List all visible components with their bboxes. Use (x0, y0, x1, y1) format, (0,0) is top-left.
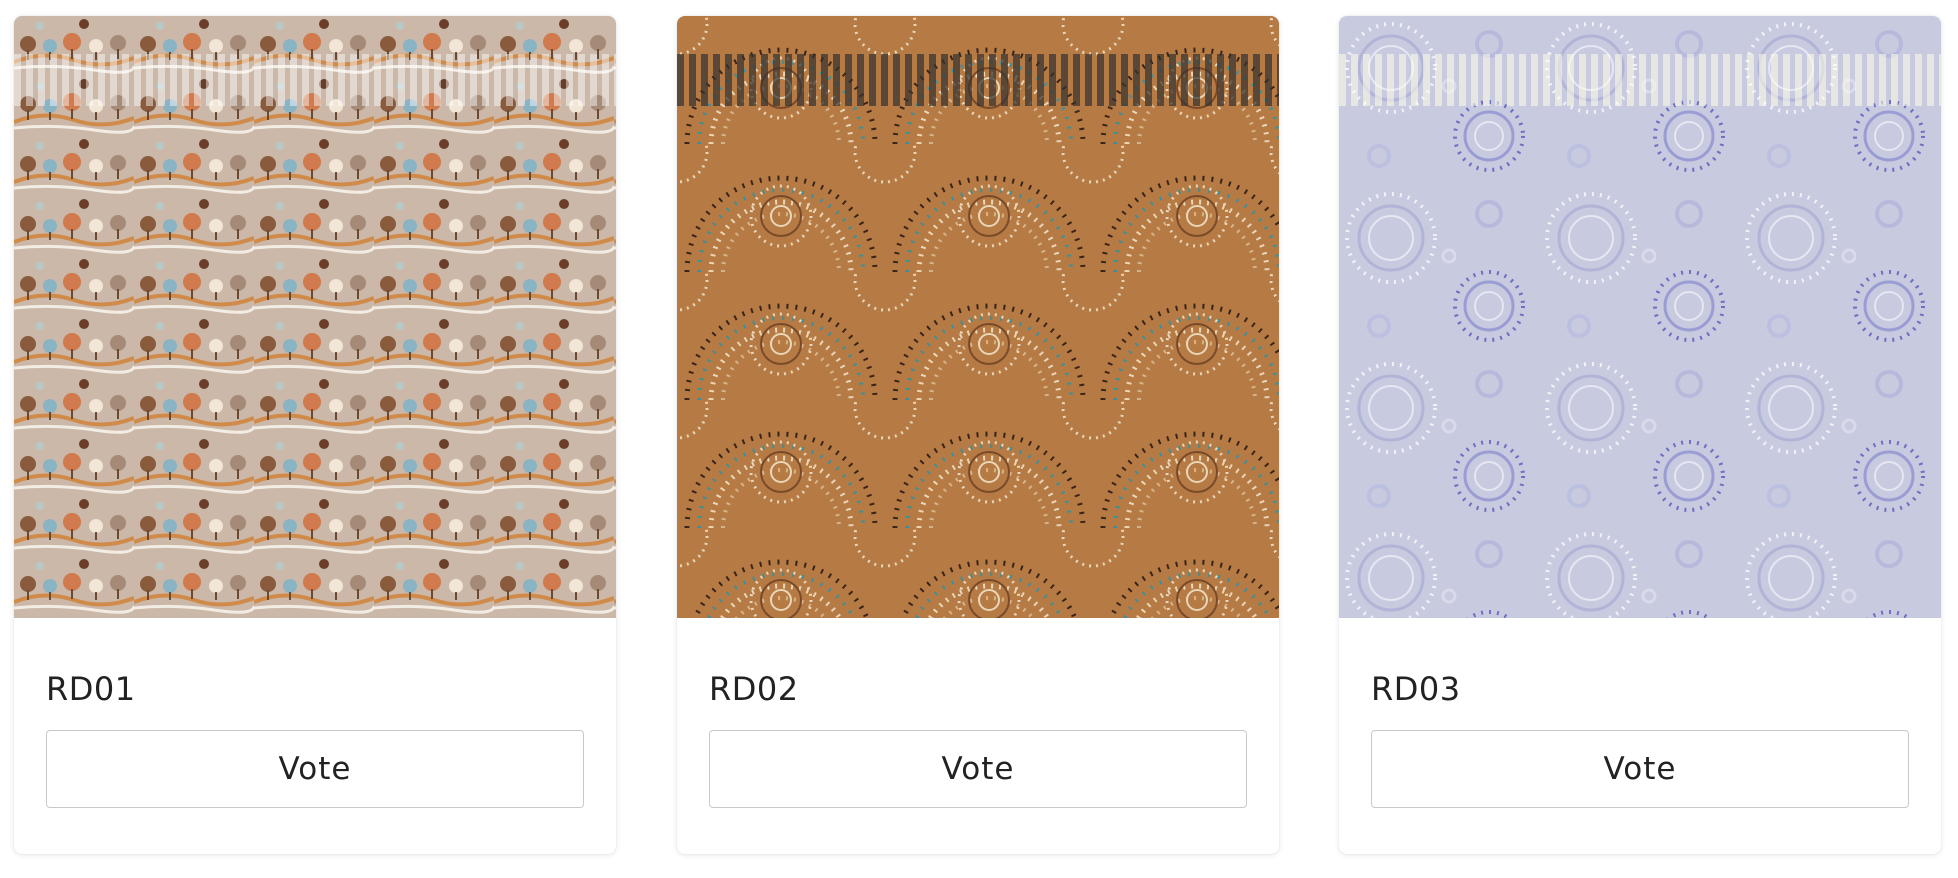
design-card-rd02: RD02 Vote (677, 16, 1279, 854)
design-code: RD02 (709, 670, 799, 708)
vote-button[interactable]: Vote (1371, 730, 1909, 808)
design-card-rd03: RD03 Vote (1339, 16, 1941, 854)
design-code: RD03 (1371, 670, 1461, 708)
design-grid: RD01 Vote RD02 Vote RD03 Vote (0, 0, 1958, 878)
design-code: RD01 (46, 670, 136, 708)
fabric-pattern-image (1339, 16, 1941, 618)
vote-button[interactable]: Vote (46, 730, 584, 808)
fabric-pattern-image (677, 16, 1279, 618)
fabric-pattern-image (14, 16, 616, 618)
vote-button[interactable]: Vote (709, 730, 1247, 808)
design-card-rd01: RD01 Vote (14, 16, 616, 854)
